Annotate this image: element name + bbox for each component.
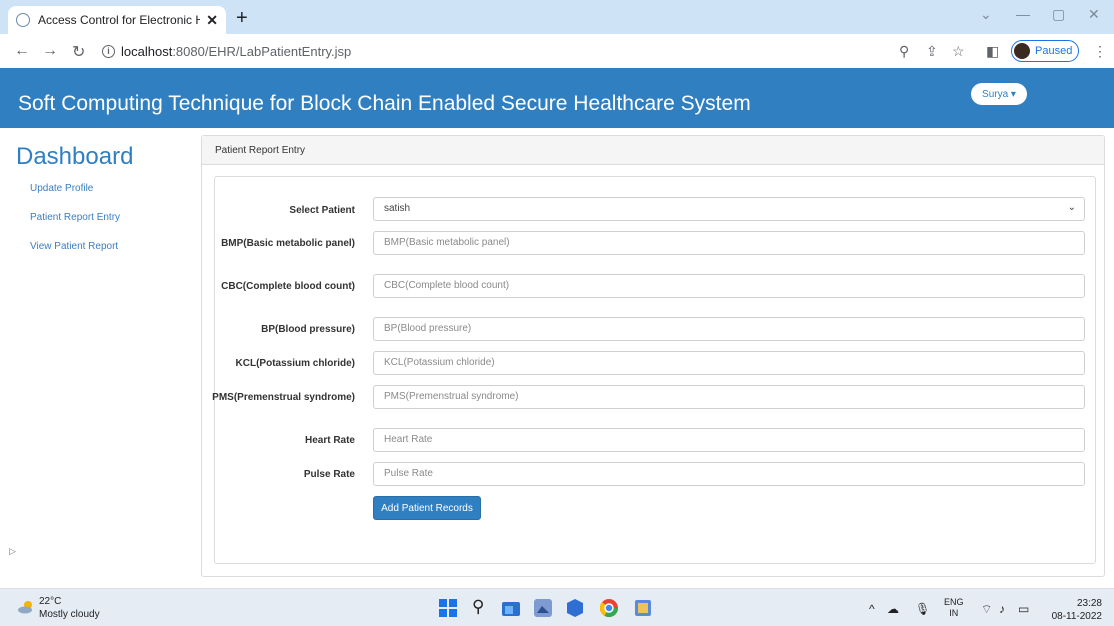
tab-title: Access Control for Electronic Hea bbox=[38, 13, 201, 27]
wifi-icon[interactable]: ⌔ bbox=[981, 602, 992, 617]
label-select-patient: Select Patient bbox=[289, 205, 355, 216]
label-heart-rate: Heart Rate bbox=[304, 435, 355, 446]
kcl-input[interactable]: KCL(Potassium chloride) bbox=[373, 351, 1085, 375]
region-code: IN bbox=[949, 608, 959, 618]
pms-input[interactable]: PMS(Premenstrual syndrome) bbox=[373, 385, 1085, 409]
chevron-up-icon[interactable]: ^ bbox=[869, 602, 875, 616]
sidebar-item-view-patient-report[interactable]: View Patient Report bbox=[30, 241, 118, 252]
label-pms: PMS(Premenstrual syndrome) bbox=[212, 392, 355, 403]
profile-button[interactable]: Paused bbox=[1011, 40, 1080, 62]
patient-report-form: Select Patient satish ⌄ BMP(Basic metabo… bbox=[212, 176, 1096, 564]
search-icon[interactable]: ⚲ bbox=[472, 597, 484, 617]
back-icon[interactable]: ← bbox=[14, 42, 30, 60]
onedrive-icon[interactable]: ☁ bbox=[887, 602, 899, 616]
browser-toolbar: ← → ↻ i localhost:8080/EHR/LabPatientEnt… bbox=[0, 34, 1114, 68]
main-panel: Patient Report Entry Select Patient sati… bbox=[201, 135, 1105, 577]
volume-icon[interactable]: ♪ bbox=[999, 602, 1005, 616]
bmp-input[interactable]: BMP(Basic metabolic panel) bbox=[373, 231, 1085, 255]
label-bp: BP(Blood pressure) bbox=[261, 324, 355, 335]
user-menu-button[interactable]: Surya ▾ bbox=[971, 83, 1027, 105]
url-path: :8080/EHR/LabPatientEntry.jsp bbox=[172, 43, 352, 59]
system-clock[interactable]: 23:28 08-11-2022 bbox=[1046, 597, 1102, 623]
profile-status: Paused bbox=[1035, 45, 1073, 57]
share-icon[interactable]: ⇪ bbox=[926, 43, 938, 60]
chrome-icon[interactable] bbox=[599, 598, 619, 618]
label-cbc: CBC(Complete blood count) bbox=[221, 281, 355, 292]
pulse-rate-input[interactable]: Pulse Rate bbox=[373, 462, 1085, 486]
app-window-icon[interactable] bbox=[633, 598, 653, 618]
tab-search-icon[interactable]: ⌄ bbox=[980, 6, 992, 23]
add-patient-records-button[interactable]: Add Patient Records bbox=[373, 496, 481, 520]
label-pulse-rate: Pulse Rate bbox=[303, 469, 355, 480]
heart-rate-input[interactable]: Heart Rate bbox=[373, 428, 1085, 452]
bp-input[interactable]: BP(Blood pressure) bbox=[373, 317, 1085, 341]
browser-tab[interactable]: Access Control for Electronic Hea ✕ bbox=[8, 6, 226, 34]
select-patient-dropdown[interactable]: satish ⌄ bbox=[373, 197, 1085, 221]
cbc-input[interactable]: CBC(Complete blood count) bbox=[373, 274, 1085, 298]
collapse-arrow-icon[interactable]: ▷ bbox=[9, 546, 16, 557]
clock-time: 23:28 bbox=[1076, 598, 1102, 609]
side-panel-icon[interactable]: ◧ bbox=[986, 43, 999, 60]
avatar bbox=[1014, 43, 1030, 59]
minimize-icon[interactable]: — bbox=[1016, 6, 1030, 22]
sidebar-item-update-profile[interactable]: Update Profile bbox=[30, 183, 93, 194]
store-app-icon[interactable] bbox=[565, 598, 585, 618]
cloudy-weather-icon[interactable] bbox=[18, 600, 34, 614]
browser-menu-icon[interactable]: ⋮ bbox=[1093, 43, 1107, 60]
language-indicator[interactable]: ENG IN bbox=[944, 597, 964, 619]
zoom-icon[interactable]: ⚲ bbox=[899, 43, 909, 60]
os-taskbar: 22°C Mostly cloudy ⚲ ^ ☁ 🎙 ENG IN ⌔ ♪ ▭ … bbox=[0, 588, 1114, 626]
photos-app-icon[interactable] bbox=[533, 598, 553, 618]
language-code: ENG bbox=[944, 597, 964, 607]
site-favicon-icon bbox=[16, 13, 30, 27]
file-explorer-icon[interactable] bbox=[501, 598, 521, 618]
bookmark-star-icon[interactable]: ☆ bbox=[952, 43, 965, 60]
site-title: Soft Computing Technique for Block Chain… bbox=[18, 92, 751, 115]
site-info-icon[interactable]: i bbox=[102, 44, 115, 58]
browser-tab-strip: Access Control for Electronic Hea ✕ + ⌄ … bbox=[0, 0, 1114, 34]
battery-icon[interactable]: ▭ bbox=[1018, 602, 1029, 616]
window-close-icon[interactable]: ✕ bbox=[1088, 6, 1100, 23]
clock-date: 08-11-2022 bbox=[1051, 611, 1102, 622]
windows-start-icon[interactable] bbox=[438, 598, 458, 618]
label-bmp: BMP(Basic metabolic panel) bbox=[221, 238, 355, 249]
sidebar-heading: Dashboard bbox=[16, 143, 134, 170]
new-tab-button[interactable]: + bbox=[236, 7, 248, 30]
reload-icon[interactable]: ↻ bbox=[72, 42, 85, 62]
selected-patient: satish bbox=[384, 203, 411, 214]
site-header: Soft Computing Technique for Block Chain… bbox=[0, 68, 1114, 128]
maximize-icon[interactable]: ▢ bbox=[1052, 6, 1065, 23]
chevron-down-icon: ⌄ bbox=[1067, 202, 1076, 213]
label-kcl: KCL(Potassium chloride) bbox=[235, 358, 355, 369]
panel-heading: Patient Report Entry bbox=[202, 136, 1104, 165]
forward-icon[interactable]: → bbox=[42, 42, 58, 60]
microphone-icon[interactable]: 🎙 bbox=[915, 602, 930, 616]
address-bar[interactable]: i localhost:8080/EHR/LabPatientEntry.jsp bbox=[102, 39, 862, 63]
weather-description: Mostly cloudy bbox=[39, 609, 100, 620]
tab-close-icon[interactable]: ✕ bbox=[206, 12, 218, 29]
weather-temperature: 22°C bbox=[39, 596, 62, 607]
url-host: localhost bbox=[121, 43, 173, 59]
sidebar-item-patient-report-entry[interactable]: Patient Report Entry bbox=[30, 212, 120, 223]
